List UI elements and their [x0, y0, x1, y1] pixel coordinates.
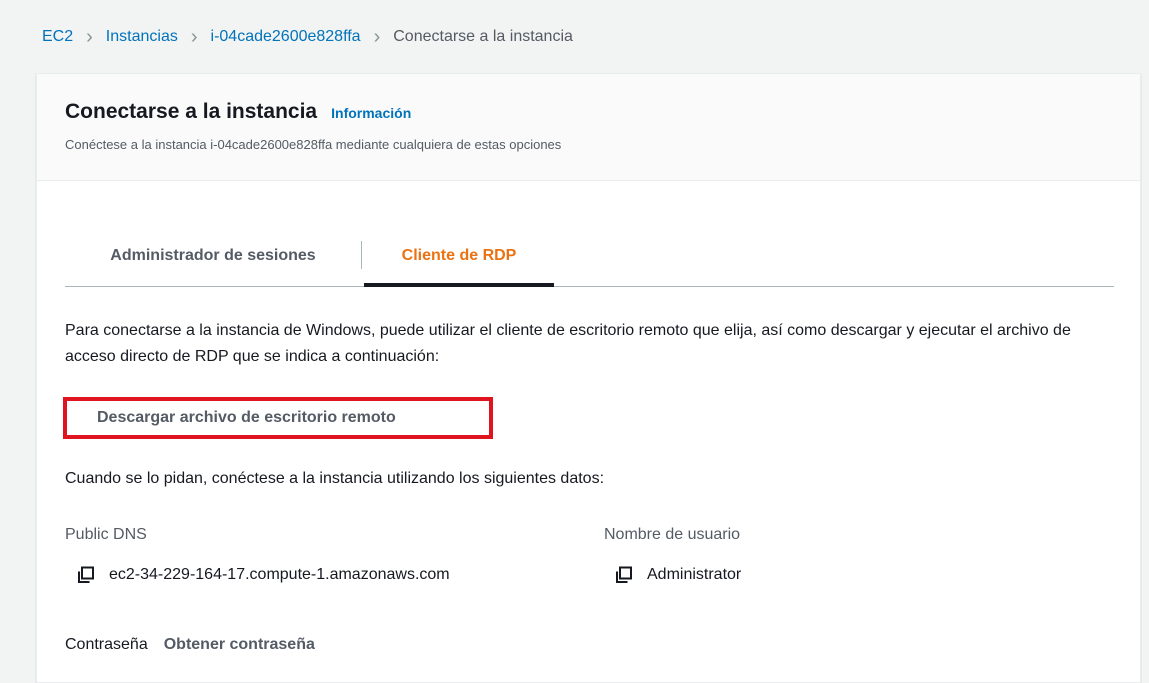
rdp-description: Para conectarse a la instancia de Window… — [65, 322, 1071, 365]
highlight-box: Descargar archivo de escritorio remoto — [63, 397, 493, 439]
panel-header: Conectarse a la instancia Información Co… — [37, 74, 1140, 181]
breadcrumb-ec2[interactable]: EC2 — [42, 26, 73, 48]
chevron-right-icon: › — [86, 26, 93, 48]
breadcrumb-current: Conectarse a la instancia — [393, 28, 573, 45]
active-tab-indicator — [364, 283, 554, 287]
copy-icon[interactable] — [615, 566, 633, 584]
page-subtitle: Conéctese a la instancia i-04cade2600e82… — [65, 137, 562, 152]
connection-prompt: Cuando se lo pidan, conéctese a la insta… — [65, 470, 605, 487]
public-dns-field: ec2-34-229-164-17.compute-1.amazonaws.co… — [77, 566, 450, 584]
tab-rdp-client[interactable]: Cliente de RDP — [364, 225, 554, 286]
page-title: Conectarse a la instancia — [65, 100, 318, 123]
chevron-right-icon: › — [373, 26, 381, 48]
download-rdp-file-button[interactable]: Descargar archivo de escritorio remoto — [97, 409, 396, 427]
username-label: Nombre de usuario — [604, 526, 741, 543]
breadcrumb-instancias[interactable]: Instancias — [106, 26, 178, 48]
tab-session-manager[interactable]: Administrador de sesiones — [65, 225, 361, 286]
chevron-right-icon: › — [190, 26, 198, 48]
breadcrumb: EC2 › Instancias › i-04cade2600e828ffa ›… — [42, 26, 573, 48]
tab-divider — [361, 241, 362, 269]
title-row: Conectarse a la instancia Información — [65, 100, 411, 124]
breadcrumb-instance-id[interactable]: i-04cade2600e828ffa — [211, 26, 361, 48]
connect-panel: Conectarse a la instancia Información Co… — [36, 73, 1141, 683]
info-link[interactable]: Información — [331, 105, 411, 121]
copy-icon[interactable] — [77, 566, 95, 584]
username-field: Administrator — [615, 566, 741, 584]
username-value: Administrator — [647, 566, 742, 583]
public-dns-value: ec2-34-229-164-17.compute-1.amazonaws.co… — [109, 566, 450, 583]
connection-tabs: Administrador de sesiones Cliente de RDP — [65, 225, 1114, 287]
password-label: Contraseña — [65, 636, 148, 653]
password-row: Contraseña Obtener contraseña — [65, 636, 315, 654]
get-password-button[interactable]: Obtener contraseña — [164, 636, 315, 654]
public-dns-label: Public DNS — [65, 526, 147, 543]
